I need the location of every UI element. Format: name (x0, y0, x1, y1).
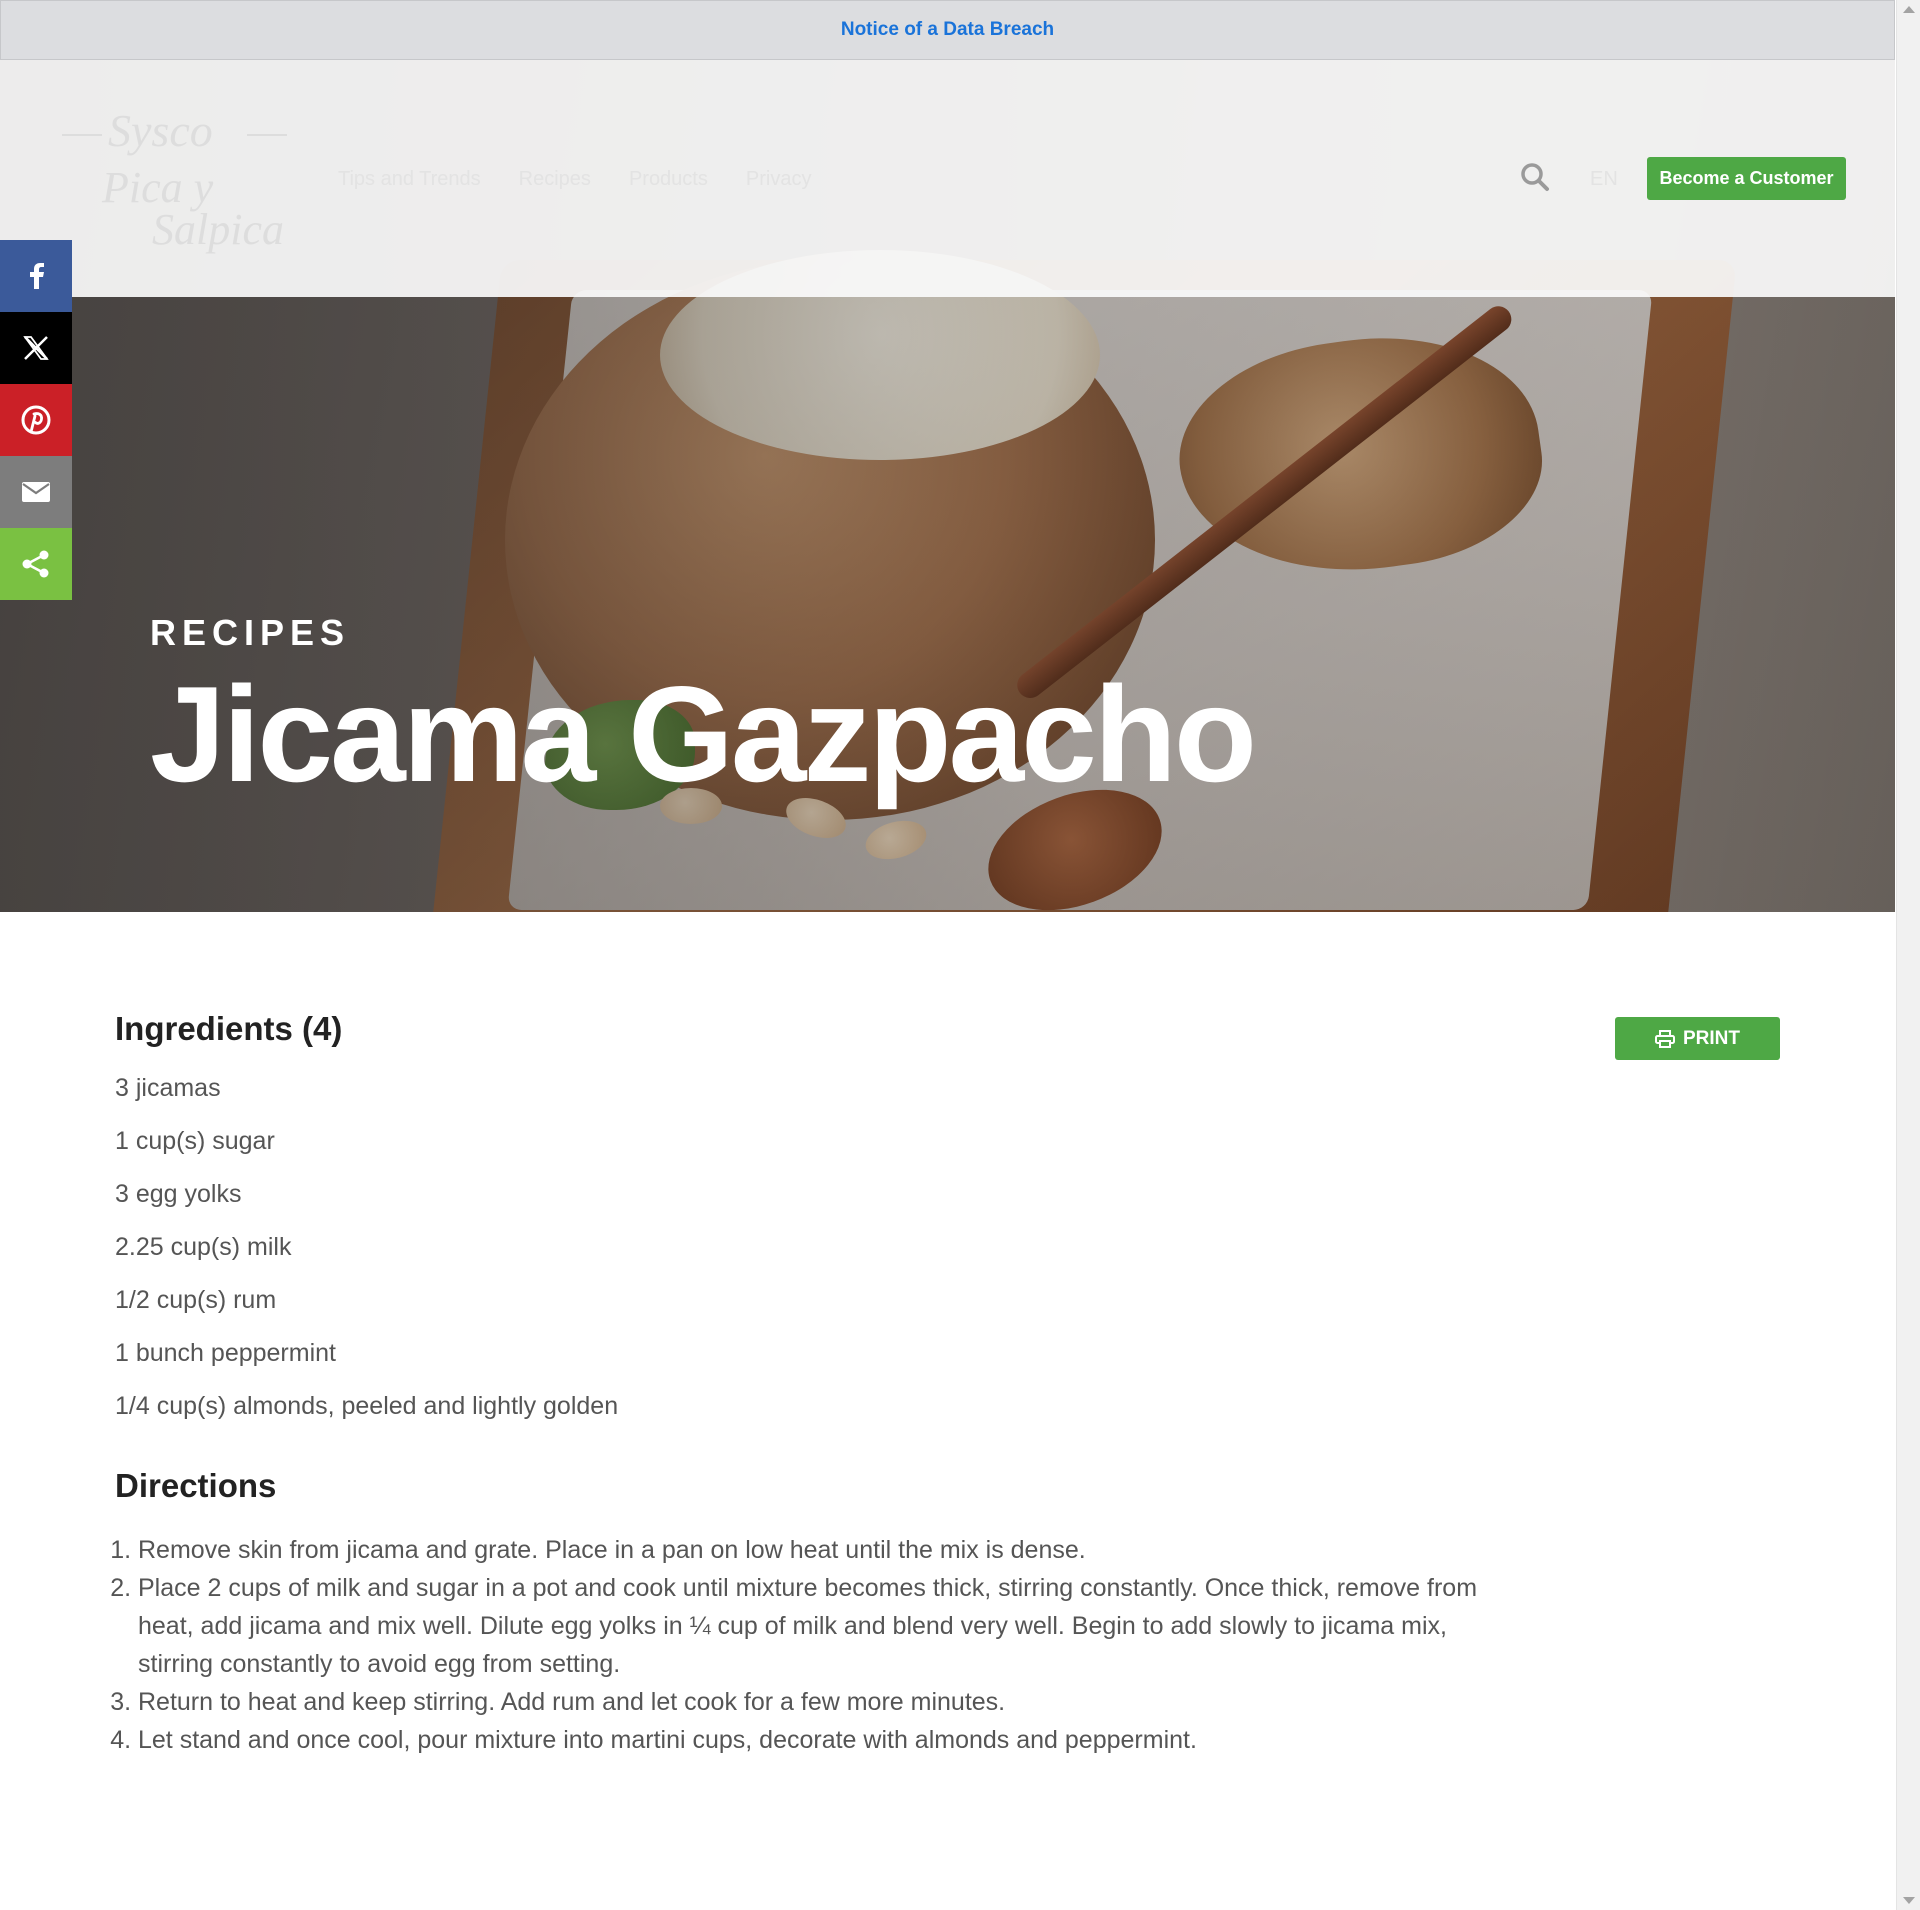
direction-step: Place 2 cups of milk and sugar in a pot … (138, 1569, 1515, 1683)
print-label: PRINT (1683, 1027, 1740, 1049)
directions-list: Remove skin from jicama and grate. Place… (115, 1531, 1515, 1759)
notice-bar: Notice of a Data Breach (0, 0, 1895, 60)
x-share-button[interactable] (0, 312, 72, 384)
ingredient-item: 1 cup(s) sugar (115, 1127, 275, 1155)
recipe-content: Ingredients (4) 3 jicamas 1 cup(s) sugar… (115, 1010, 1795, 1759)
pinterest-share-button[interactable] (0, 384, 72, 456)
scroll-up-arrow-icon[interactable] (1903, 6, 1915, 13)
x-icon (23, 336, 49, 360)
page-title: Jicama Gazpacho (150, 658, 1257, 810)
print-button[interactable]: PRINT (1615, 1017, 1780, 1060)
facebook-icon (30, 263, 44, 289)
search-icon[interactable] (1520, 162, 1550, 192)
nav-products[interactable]: Products (629, 168, 708, 191)
directions-heading: Directions (115, 1467, 277, 1504)
ingredient-item: 3 egg yolks (115, 1180, 242, 1208)
logo-text-sysco: Sysco (108, 105, 213, 156)
logo-text-salpica: Salpica (152, 205, 284, 254)
direction-step: Let stand and once cool, pour mixture in… (138, 1721, 1515, 1759)
facebook-share-button[interactable] (0, 240, 72, 312)
ingredient-item: 1 bunch peppermint (115, 1339, 336, 1367)
ingredients-heading: Ingredients (4) (115, 1010, 343, 1047)
language-selector[interactable]: EN (1590, 168, 1618, 191)
ingredient-item: 1/4 cup(s) almonds, peeled and lightly g… (115, 1392, 619, 1420)
nav-privacy[interactable]: Privacy (746, 168, 812, 191)
become-customer-button[interactable]: Become a Customer (1647, 157, 1846, 200)
ingredients-list: 3 jicamas 1 cup(s) sugar 3 egg yolks 2.2… (115, 1074, 1795, 1445)
site-header: Sysco Pica y Salpica Tips and Trends Rec… (0, 60, 1895, 297)
main-nav: Tips and Trends Recipes Products Privacy (338, 168, 811, 191)
pinterest-icon (21, 405, 51, 435)
nav-recipes[interactable]: Recipes (519, 168, 591, 191)
ingredient-item: 3 jicamas (115, 1074, 221, 1102)
site-logo[interactable]: Sysco Pica y Salpica (62, 104, 292, 269)
recipes-kicker: RECIPES (150, 612, 351, 653)
nav-tips-and-trends[interactable]: Tips and Trends (338, 168, 481, 191)
social-share-bar (0, 240, 72, 600)
email-icon (22, 482, 50, 502)
printer-icon (1655, 1029, 1675, 1048)
data-breach-notice-link[interactable]: Notice of a Data Breach (841, 19, 1054, 41)
direction-step: Return to heat and keep stirring. Add ru… (138, 1683, 1515, 1721)
ingredient-item: 2.25 cup(s) milk (115, 1233, 292, 1261)
direction-step: Remove skin from jicama and grate. Place… (138, 1531, 1515, 1569)
page-scrollbar[interactable] (1896, 0, 1920, 1910)
ingredient-item: 1/2 cup(s) rum (115, 1286, 277, 1314)
more-share-button[interactable] (0, 528, 72, 600)
email-share-button[interactable] (0, 456, 72, 528)
hero-heading-block: RECIPES Jicama Gazpacho (150, 612, 1257, 810)
scroll-down-arrow-icon[interactable] (1903, 1897, 1915, 1904)
share-icon (22, 550, 49, 578)
